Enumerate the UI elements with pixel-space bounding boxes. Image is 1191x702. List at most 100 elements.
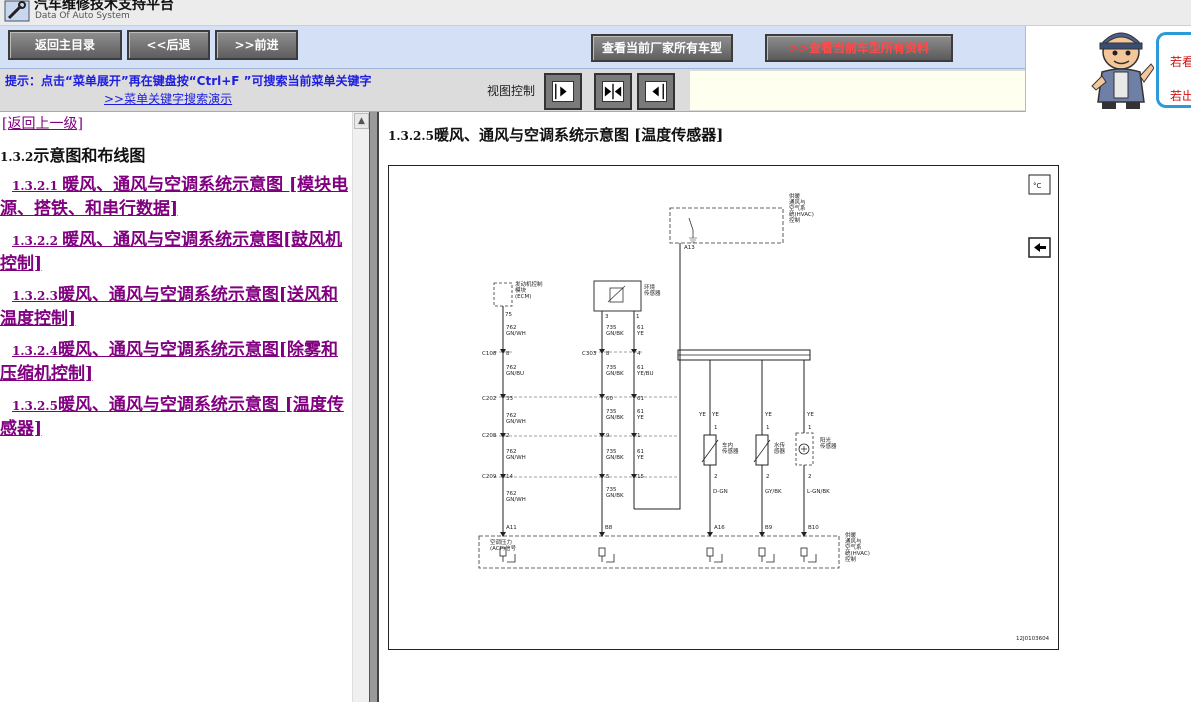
hvac-top-label-line: 控制 bbox=[789, 216, 801, 224]
pin-label: 4 bbox=[637, 351, 641, 357]
wire-a-label: GN/BU bbox=[506, 371, 524, 377]
hvac-bottom-terminals bbox=[499, 547, 817, 563]
back-to-parent-link[interactable]: [返回上一级] bbox=[2, 113, 83, 133]
wire-b-label: GN/BK bbox=[606, 455, 624, 461]
menu-item-defog-compressor[interactable]: 1.3.2.4暖风、通风与空调系统示意图[除雾和压缩机控制] bbox=[0, 339, 352, 386]
diagram-back-arrow-icon[interactable] bbox=[1028, 237, 1051, 258]
acp-label: (ACP)信号 bbox=[490, 544, 517, 552]
wire-c-label: YE bbox=[636, 415, 644, 421]
view-all-documents-button[interactable]: >>查看当前车型所有资料 bbox=[765, 34, 953, 62]
side-card[interactable]: 若看 若出 bbox=[1156, 32, 1191, 108]
menu-item-number: 1.3.2.2 bbox=[12, 234, 63, 248]
back-to-home-button[interactable]: 返回主目录 bbox=[8, 30, 122, 60]
app-subtitle: Data Of Auto System bbox=[35, 11, 130, 21]
pin-label: 33 bbox=[506, 396, 513, 402]
wire-a-label: GN/WH bbox=[506, 497, 526, 503]
section-title-text: 示意图和布线图 bbox=[33, 146, 146, 165]
search-hint-text: 提示：点击“菜单展开”再在键盘按“Ctrl+F ”可搜索当前菜单关键字 bbox=[5, 74, 372, 88]
menu-item-number: 1.3.2.5 bbox=[12, 399, 58, 413]
hvac-top-label-line: 统(HVAC) bbox=[789, 210, 814, 218]
mechanic-mascot-icon bbox=[1091, 32, 1154, 109]
cabin-sensor-label: 传感器 bbox=[722, 447, 739, 455]
bottom-pin: B9 bbox=[765, 525, 773, 531]
title-bar: 汽车维修技术支持平台 Data Of Auto System bbox=[0, 0, 1191, 26]
sensor-pin: 2 bbox=[714, 474, 718, 480]
ecm-pin: 75 bbox=[505, 312, 512, 318]
back-button[interactable]: <<后退 bbox=[127, 30, 210, 60]
page-title-text: 暖风、通风与空调系统示意图 [温度传感器] bbox=[433, 126, 724, 144]
water-sensor-label: 感器 bbox=[774, 447, 786, 455]
view-all-documents-label: 查看当前车型所有资料 bbox=[809, 41, 930, 55]
page-title: 1.3.2.5暖风、通风与空调系统示意图 [温度传感器] bbox=[388, 124, 723, 145]
hvac-top-label-line: 空气系 bbox=[789, 204, 806, 212]
side-card-line1: 若看 bbox=[1170, 55, 1191, 69]
ambient-pin: 3 bbox=[605, 314, 609, 320]
arrow-left-icon bbox=[645, 81, 667, 102]
pin-label: 14 bbox=[506, 474, 513, 480]
wire-c-label: YE bbox=[636, 455, 644, 461]
sensor-pin: 1 bbox=[714, 425, 718, 431]
sensor-wire-label: YE bbox=[806, 412, 814, 418]
connector-label: C209 bbox=[482, 474, 497, 480]
pin-label: 5 bbox=[606, 474, 610, 480]
view-split-button[interactable] bbox=[594, 73, 632, 110]
sensor-pin: 2 bbox=[766, 474, 770, 480]
pin-label: 60 bbox=[606, 396, 613, 402]
sun-sensor-label: 阳光 bbox=[820, 436, 832, 444]
menu-pane: [返回上一级] 1.3.2示意图和布线图 1.3.2.1 暖风、通风与空调系统示… bbox=[0, 112, 352, 702]
cabin-temp-sensor bbox=[701, 434, 719, 466]
temperature-unit-icon[interactable]: °C bbox=[1028, 174, 1051, 195]
ecm-label-line: (ECM) bbox=[515, 294, 531, 300]
hvac-bottom-label-line: 供暖 bbox=[845, 531, 857, 539]
connector-label: C202 bbox=[482, 396, 496, 402]
cabin-sensor-label: 车内 bbox=[722, 441, 733, 449]
connector-label: C303 bbox=[582, 351, 597, 357]
ecm-module bbox=[493, 282, 513, 307]
view-control-label: 视图控制 bbox=[487, 84, 536, 98]
forward-button[interactable]: >>前进 bbox=[215, 30, 298, 60]
hvac-top-label-line: 通风与 bbox=[789, 198, 806, 206]
sensor-wire-label: L-GN/BK bbox=[807, 489, 830, 495]
wire-c-label: YE bbox=[636, 331, 644, 337]
ambient-label-line: 环境 bbox=[644, 283, 656, 291]
wiring-diagram-svg: °C A13 供暖 通风与 空气系 统(HVAC) 控制 发动机控制 模块 (E… bbox=[478, 174, 1051, 642]
pane-splitter[interactable] bbox=[369, 112, 379, 702]
wiring-diagram: °C A13 供暖 通风与 空气系 统(HVAC) 控制 发动机控制 模块 (E… bbox=[388, 165, 1059, 650]
menu-item-module-power[interactable]: 1.3.2.1 暖风、通风与空调系统示意图 [模块电源、搭铁、和串行数据] bbox=[0, 174, 352, 221]
double-arrow-icon: >> bbox=[788, 41, 810, 55]
temperature-unit-text: °C bbox=[1033, 182, 1042, 190]
pin-label: 8 bbox=[506, 351, 510, 357]
sensor-pin: 1 bbox=[766, 425, 770, 431]
coolant-temp-sensor bbox=[753, 434, 771, 466]
sensor-wire-label: YE bbox=[698, 412, 706, 418]
hvac-top-switch bbox=[688, 217, 697, 243]
view-expand-left-button[interactable] bbox=[637, 73, 675, 110]
wire-a-label: GN/WH bbox=[506, 331, 526, 337]
mascot-panel: 若看 若出 bbox=[1025, 26, 1191, 112]
view-expand-right-button[interactable] bbox=[544, 73, 582, 110]
view-all-models-button[interactable]: 查看当前厂家所有车型 bbox=[591, 34, 733, 62]
pin-label: 8 bbox=[606, 351, 610, 357]
pin-label: 9 bbox=[606, 433, 610, 439]
hvac-bottom-label-line: 控制 bbox=[845, 555, 857, 563]
content-pane: 1.3.2.5暖风、通风与空调系统示意图 [温度传感器] °C A13 供暖 通 bbox=[379, 112, 1191, 702]
bottom-pin: A11 bbox=[506, 525, 517, 531]
wire-b-label: GN/BK bbox=[606, 493, 624, 499]
ambient-pin: 1 bbox=[636, 314, 640, 320]
toolbar: 返回主目录 <<后退 >>前进 查看当前厂家所有车型 >>查看当前车型所有资料 bbox=[0, 26, 1025, 69]
ambient-sensor bbox=[593, 280, 642, 312]
keyword-search-demo-link[interactable]: >>菜单关键字搜索演示 bbox=[104, 90, 232, 107]
sensor-wire-label: D-GN bbox=[713, 489, 728, 495]
sensor-pin: 2 bbox=[808, 474, 812, 480]
menu-item-air-temp-control[interactable]: 1.3.2.3暖风、通风与空调系统示意图[送风和温度控制] bbox=[0, 284, 352, 331]
sensor-wire-label: YE bbox=[764, 412, 772, 418]
connector-label: C108 bbox=[482, 351, 497, 357]
menu-item-blower-control[interactable]: 1.3.2.2 暖风、通风与空调系统示意图[鼓风机控制] bbox=[0, 229, 352, 276]
side-card-line2: 若出 bbox=[1170, 89, 1191, 103]
menu-item-number: 1.3.2.4 bbox=[12, 344, 58, 358]
menu-item-temp-sensor[interactable]: 1.3.2.5暖风、通风与空调系统示意图 [温度传感器] bbox=[0, 394, 352, 441]
scroll-up-icon[interactable]: ▲ bbox=[354, 113, 369, 129]
bottom-pin: B10 bbox=[808, 525, 819, 531]
bottom-pin: A16 bbox=[714, 525, 725, 531]
menu-scrollbar[interactable]: ▲ bbox=[352, 112, 369, 702]
